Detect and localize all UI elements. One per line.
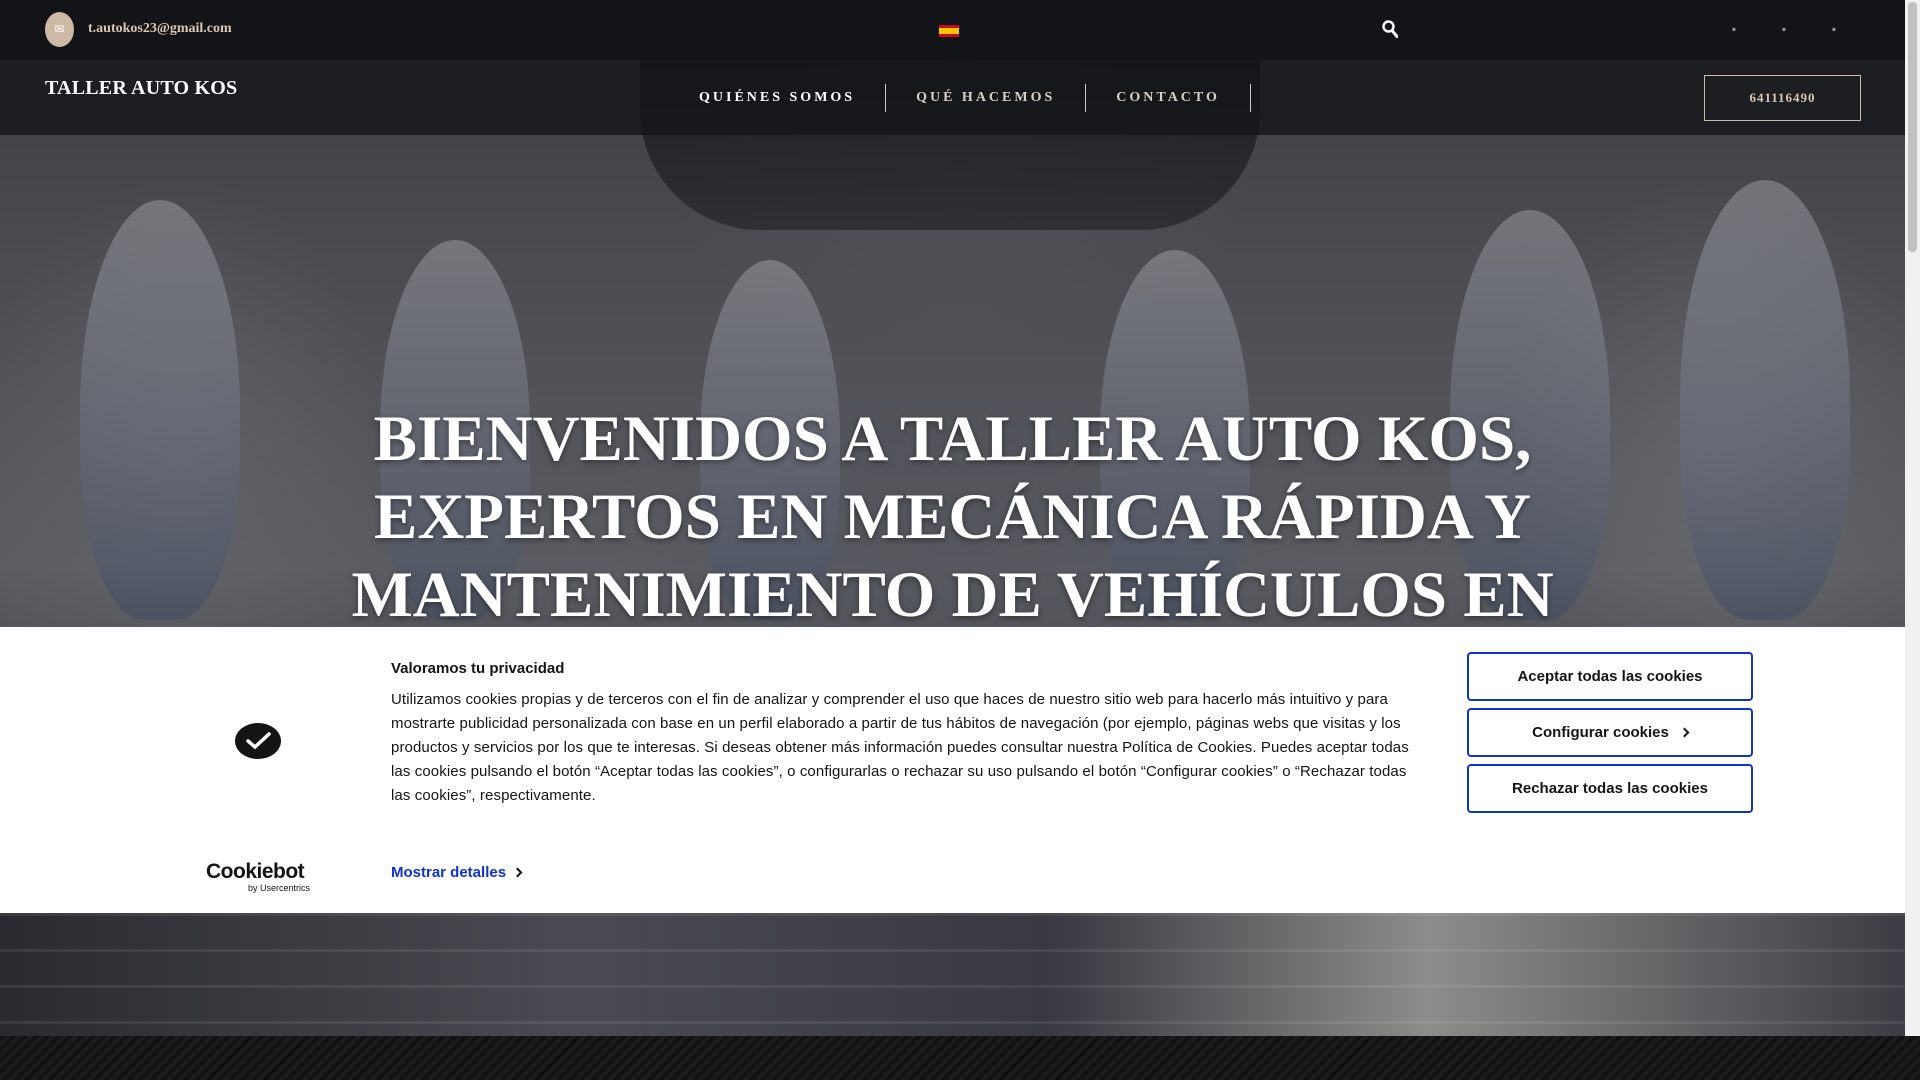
chevron-right-icon (512, 867, 523, 878)
hero-headline: BIENVENIDOS A TALLER AUTO KOS, EXPERTOS … (351, 403, 1554, 631)
chevron-right-icon (1679, 727, 1690, 738)
email-link[interactable]: t.autokos23@gmail.com (88, 21, 232, 37)
cookie-banner-text: Utilizamos cookies propias y de terceros… (391, 691, 1409, 804)
configure-cookies-button[interactable]: Configurar cookies (1467, 708, 1753, 757)
top-bar: ✉ t.autokos23@gmail.com ▪ ▪ ▪ (0, 0, 1905, 60)
site-logo[interactable]: TALLER AUTO KOS (45, 77, 237, 100)
cookie-banner-title: Valoramos tu privacidad (391, 660, 565, 677)
mechanic-figure (1680, 180, 1850, 620)
instagram-icon[interactable]: ▪ (1778, 22, 1790, 36)
menu-item-contacto[interactable]: CONTACTO (1086, 84, 1251, 112)
mechanic-figure (80, 200, 240, 620)
scrollbar-thumb[interactable] (1908, 2, 1917, 252)
whatsapp-icon[interactable]: ▪ (1828, 22, 1840, 36)
menu-item-que-hacemos[interactable]: QUÉ HACEMOS (886, 84, 1087, 112)
configure-cookies-label: Configurar cookies (1532, 724, 1669, 741)
email-icon: ✉ (45, 12, 74, 47)
hero-lower-image (0, 913, 1905, 1036)
spain-flag-icon[interactable] (939, 25, 959, 37)
cookie-consent-banner: Cookiebot by Usercentrics Valoramos tu p… (0, 627, 1905, 913)
cookiebot-brand-name: Cookiebot (206, 860, 305, 883)
show-details-link[interactable]: Mostrar detalles (391, 864, 523, 881)
cookiebot-logo-icon (235, 723, 281, 759)
main-navbar: TALLER AUTO KOS QUIÉNES SOMOS QUÉ HACEMO… (0, 60, 1905, 135)
main-menu: QUIÉNES SOMOS QUÉ HACEMOS CONTACTO (669, 84, 1251, 112)
menu-item-quienes-somos[interactable]: QUIÉNES SOMOS (669, 84, 887, 112)
section-divider (0, 1036, 1920, 1080)
reject-all-cookies-button[interactable]: Rechazar todas las cookies (1467, 764, 1753, 813)
show-details-label: Mostrar detalles (391, 864, 507, 881)
accept-all-cookies-button[interactable]: Aceptar todas las cookies (1467, 652, 1753, 701)
search-icon[interactable] (1382, 20, 1399, 38)
facebook-icon[interactable]: ▪ (1728, 22, 1740, 36)
cookiebot-brand-sub: by Usercentrics (247, 883, 310, 893)
phone-button[interactable]: 641116490 (1704, 75, 1861, 121)
cookiebot-brand[interactable]: Cookiebot by Usercentrics (206, 860, 310, 894)
